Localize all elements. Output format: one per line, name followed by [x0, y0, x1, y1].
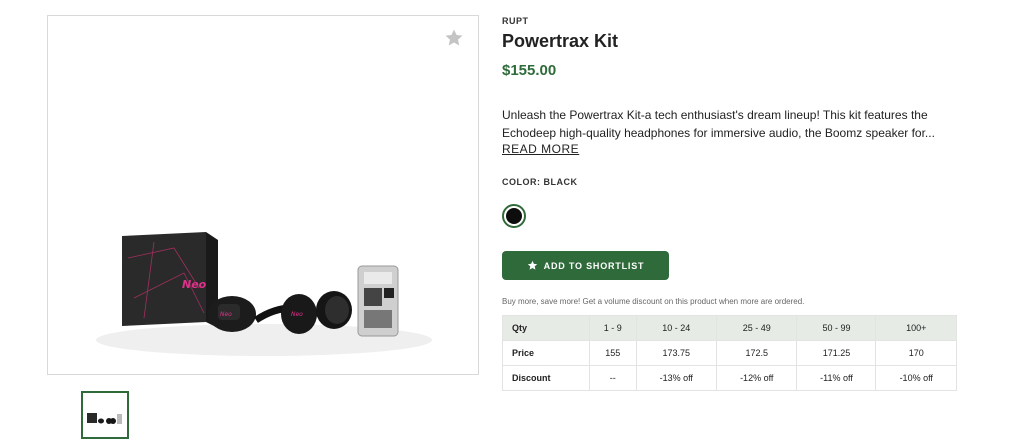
table-cell: -13% off — [635, 365, 718, 391]
table-cell: -11% off — [796, 365, 877, 391]
table-cell: -12% off — [715, 365, 798, 391]
brand-label: RUPT — [502, 16, 529, 26]
table-cell: 10 - 24 — [635, 315, 718, 341]
table-cell: 100+ — [875, 315, 957, 341]
table-cell: 155 — [589, 340, 637, 366]
table-cell: 173.75 — [635, 340, 718, 366]
thumbnail-image[interactable] — [81, 391, 129, 439]
read-more-link[interactable]: READ MORE — [502, 142, 579, 156]
swatch-fill — [506, 208, 522, 224]
product-price: $155.00 — [502, 62, 557, 79]
volume-discount-note: Buy more, save more! Get a volume discou… — [502, 297, 805, 306]
table-cell: Discount — [502, 365, 590, 391]
table-cell: 172.5 — [715, 340, 798, 366]
table-cell: Price — [502, 340, 590, 366]
svg-text:Neo: Neo — [220, 311, 232, 318]
table-row-price: Price 155 173.75 172.5 171.25 170 — [502, 340, 957, 366]
table-cell: Qty — [502, 315, 590, 341]
star-icon — [527, 260, 537, 270]
product-image-frame: Neo Neo Neo — [47, 15, 479, 375]
color-label: COLOR: BLACK — [502, 177, 578, 187]
table-cell: 171.25 — [796, 340, 877, 366]
table-row-discount: Discount -- -13% off -12% off -11% off -… — [502, 365, 957, 391]
table-cell: 50 - 99 — [796, 315, 877, 341]
box-logo: Neo — [182, 278, 207, 291]
table-cell: 1 - 9 — [589, 315, 637, 341]
table-cell: 25 - 49 — [715, 315, 798, 341]
add-to-shortlist-button[interactable]: ADD TO SHORTLIST — [502, 251, 669, 280]
svg-text:Neo: Neo — [291, 311, 303, 318]
product-description: Unleash the Powertrax Kit-a tech enthusi… — [502, 108, 935, 140]
table-cell: 170 — [875, 340, 957, 366]
color-swatch-black[interactable] — [502, 204, 526, 228]
table-cell: -- — [589, 365, 637, 391]
product-title: Powertrax Kit — [502, 31, 619, 51]
product-image: Neo Neo Neo — [96, 232, 432, 356]
add-to-shortlist-label: ADD TO SHORTLIST — [543, 260, 645, 271]
volume-discount-table: Qty 1 - 9 10 - 24 25 - 49 50 - 99 100+ P… — [502, 315, 957, 391]
table-row-qty: Qty 1 - 9 10 - 24 25 - 49 50 - 99 100+ — [502, 315, 957, 341]
table-cell: -10% off — [875, 365, 957, 391]
favorite-star-icon[interactable] — [444, 28, 464, 48]
